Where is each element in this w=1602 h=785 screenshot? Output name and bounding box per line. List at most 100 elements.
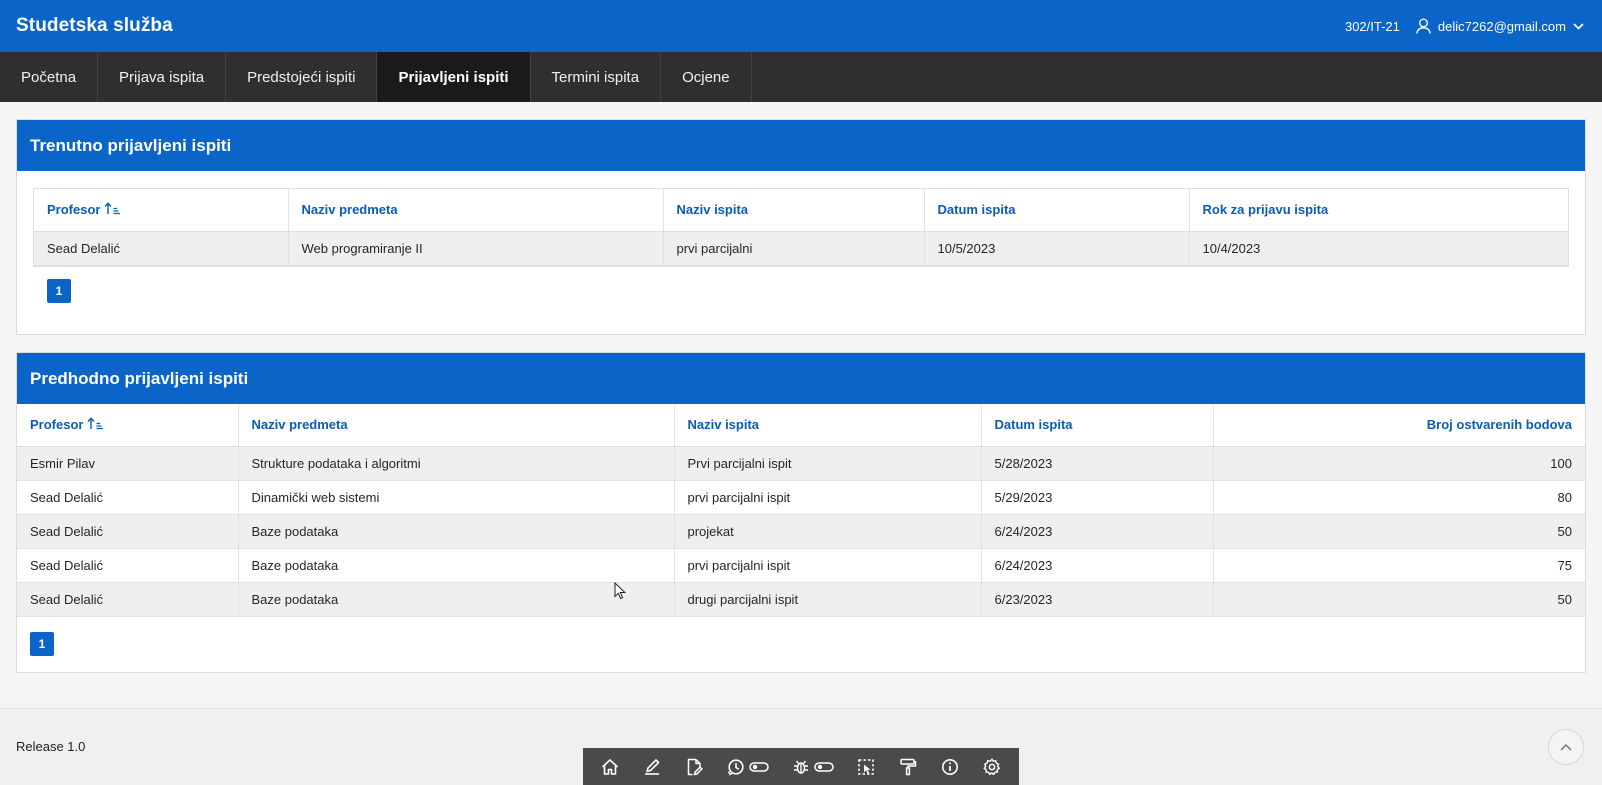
scroll-to-top-button[interactable] [1548, 729, 1584, 765]
previous-exams-table: Profesor Naziv predmeta Naziv ispita Dat… [17, 404, 1585, 617]
user-menu[interactable]: delic7262@gmail.com [1416, 18, 1584, 34]
quick-edit-icon [856, 757, 876, 777]
cell-naziv-ispita: prvi parcijalni ispit [674, 548, 982, 583]
cell-datum-ispita: 5/29/2023 [981, 480, 1214, 515]
column-header-profesor[interactable]: Profesor [17, 404, 239, 447]
table-row: Sead Delalić Baze podataka drugi parcija… [17, 582, 1585, 617]
column-header-datum-ispita[interactable]: Datum ispita [981, 404, 1214, 447]
cell-broj-bodova: 50 [1213, 582, 1585, 617]
cell-datum-ispita: 5/28/2023 [981, 446, 1214, 481]
cell-broj-bodova: 80 [1213, 480, 1585, 515]
cell-profesor: Sead Delalić [17, 480, 239, 515]
cell-naziv-predmeta: Baze podataka [238, 548, 675, 583]
quick-edit-button[interactable] [856, 753, 876, 781]
main-nav: Početna Prijava ispita Predstojeći ispit… [0, 52, 1602, 102]
column-header-naziv-ispita[interactable]: Naziv ispita [663, 189, 925, 232]
edit-page-button[interactable] [642, 753, 662, 781]
table-header-row: Profesor Naziv predmeta Naziv ispita Dat… [34, 189, 1568, 232]
session-icon [726, 757, 746, 777]
group-label: 302/IT-21 [1344, 18, 1400, 34]
column-header-label: Profesor [30, 416, 84, 432]
tab-ocjene[interactable]: Ocjene [661, 52, 752, 102]
cell-profesor: Esmir Pilav [17, 446, 239, 481]
column-header-datum-ispita[interactable]: Datum ispita [924, 189, 1190, 232]
pagination: 1 [47, 279, 71, 303]
cell-profesor: Sead Delalić [17, 582, 239, 617]
current-exams-table: Profesor Naziv predmeta Naziv ispita Dat… [34, 189, 1568, 266]
cell-naziv-ispita: drugi parcijalni ispit [674, 582, 982, 617]
cell-naziv-predmeta: Baze podataka [238, 514, 675, 549]
cell-naziv-ispita: Prvi parcijalni ispit [674, 446, 982, 481]
column-header-naziv-predmeta[interactable]: Naziv predmeta [238, 404, 675, 447]
chevron-down-icon [1573, 22, 1584, 30]
tab-prijavljeni-ispiti[interactable]: Prijavljeni ispiti [377, 52, 531, 102]
settings-button[interactable] [982, 753, 1002, 781]
tab-prijava-ispita[interactable]: Prijava ispita [98, 52, 227, 102]
cell-naziv-predmeta: Dinamički web sistemi [238, 480, 675, 515]
cell-datum-ispita: 10/5/2023 [924, 231, 1190, 266]
developer-toolbar [583, 748, 1019, 785]
toggle-icon [749, 761, 769, 773]
cell-naziv-ispita: prvi parcijalni ispit [674, 480, 982, 515]
region-title: Trenutno prijavljeni ispiti [17, 120, 1585, 171]
user-icon [1416, 18, 1431, 34]
tab-termini-ispita[interactable]: Termini ispita [531, 52, 662, 102]
theme-roller-button[interactable] [898, 753, 918, 781]
table-row: Sead Delalić Dinamički web sistemi prvi … [17, 480, 1585, 515]
cell-broj-bodova: 50 [1213, 514, 1585, 549]
header-right: 302/IT-21 delic7262@gmail.com [1345, 18, 1584, 34]
release-label: Release 1.0 [16, 739, 86, 754]
table-header-row: Profesor Naziv predmeta Naziv ispita Dat… [17, 404, 1585, 447]
page-button[interactable]: 1 [47, 279, 71, 303]
debug-icon [791, 757, 811, 777]
cell-profesor: Sead Delalić [17, 548, 239, 583]
cell-datum-ispita: 6/24/2023 [981, 548, 1214, 583]
cell-datum-ispita: 6/24/2023 [981, 514, 1214, 549]
cell-naziv-ispita: projekat [674, 514, 982, 549]
sort-ascending-icon [104, 202, 121, 218]
gear-icon [982, 757, 1002, 777]
table-row: Sead Delalić Web programiranje II prvi p… [34, 231, 1568, 266]
column-header-naziv-ispita[interactable]: Naziv ispita [674, 404, 982, 447]
user-email: delic7262@gmail.com [1437, 18, 1566, 34]
info-icon [940, 757, 960, 777]
session-button[interactable] [726, 753, 769, 781]
page-button[interactable]: 1 [30, 632, 54, 656]
edit-file-button[interactable] [684, 753, 704, 781]
region-title: Predhodno prijavljeni ispiti [17, 353, 1585, 404]
cell-rok-za-prijavu: 10/4/2023 [1189, 231, 1568, 266]
debug-button[interactable] [791, 753, 834, 781]
cell-naziv-predmeta: Baze podataka [238, 582, 675, 617]
column-header-profesor[interactable]: Profesor [34, 189, 289, 232]
cell-broj-bodova: 100 [1213, 446, 1585, 481]
cell-profesor: Sead Delalić [17, 514, 239, 549]
theme-roller-icon [898, 757, 918, 777]
column-header-label: Profesor [47, 201, 101, 217]
cell-naziv-ispita: prvi parcijalni [663, 231, 925, 266]
tab-predstojeci-ispiti[interactable]: Predstojeći ispiti [226, 52, 378, 102]
pagination: 1 [30, 632, 54, 656]
previous-exams-region: Predhodno prijavljeni ispiti Profesor Na… [16, 352, 1586, 673]
toggle-icon [814, 761, 834, 773]
app-title[interactable]: Studetska služba [16, 15, 173, 37]
edit-page-icon [642, 757, 662, 777]
home-button[interactable] [600, 753, 620, 781]
current-exams-table-wrapper: Profesor Naziv predmeta Naziv ispita Dat… [33, 188, 1569, 267]
tab-pocetna[interactable]: Početna [0, 52, 99, 102]
chevron-up-icon [1560, 738, 1572, 756]
mouse-cursor-icon [614, 581, 627, 605]
current-exams-region: Trenutno prijavljeni ispiti Profesor Naz… [16, 119, 1586, 335]
info-button[interactable] [940, 753, 960, 781]
column-header-naziv-predmeta[interactable]: Naziv predmeta [288, 189, 664, 232]
column-header-broj-bodova[interactable]: Broj ostvarenih bodova [1213, 404, 1585, 447]
table-row: Sead Delalić Baze podataka prvi parcijal… [17, 548, 1585, 583]
home-icon [600, 757, 620, 777]
table-row: Esmir Pilav Strukture podataka i algorit… [17, 446, 1585, 481]
table-row: Sead Delalić Baze podataka projekat 6/24… [17, 514, 1585, 549]
cell-naziv-predmeta: Web programiranje II [288, 231, 664, 266]
cell-profesor: Sead Delalić [34, 231, 289, 266]
edit-file-icon [684, 757, 704, 777]
cell-broj-bodova: 75 [1213, 548, 1585, 583]
column-header-rok-za-prijavu[interactable]: Rok za prijavu ispita [1189, 189, 1568, 232]
cell-datum-ispita: 6/23/2023 [981, 582, 1214, 617]
